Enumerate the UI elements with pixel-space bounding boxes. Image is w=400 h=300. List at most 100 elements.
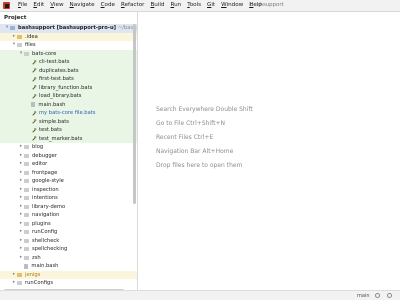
tree-row[interactable]: library_function.bats	[0, 83, 137, 92]
tree-row[interactable]: main.bash	[0, 262, 137, 271]
menu-view[interactable]: View	[47, 0, 66, 11]
tree-item-name: spellchecking	[32, 246, 68, 252]
tree-item-label: editor	[32, 160, 47, 169]
folder-icon	[24, 255, 29, 260]
menu-build[interactable]: Build	[147, 0, 167, 11]
tree-row[interactable]: ▸ debugger	[0, 152, 137, 161]
event-log-icon[interactable]	[387, 293, 392, 298]
tree-row[interactable]: ▸ spellchecking	[0, 245, 137, 254]
menu-file[interactable]: File	[15, 0, 30, 11]
tree-item-name: test.bats	[39, 127, 62, 133]
tree-row[interactable]: ▾bashsupport [bashsupport-pro-u] ~/bashs…	[0, 24, 137, 33]
excluded-folder-icon	[17, 272, 22, 277]
menu-git[interactable]: Git	[204, 0, 218, 11]
menu-code[interactable]: Code	[98, 0, 118, 11]
folder-icon	[24, 238, 29, 243]
panel-splitter[interactable]	[137, 12, 138, 290]
tree-item-label: cli-test.bats	[39, 58, 69, 67]
tree-row[interactable]: first-test.bats	[0, 75, 137, 84]
folder-icon	[17, 43, 22, 48]
tree-item-name: first-test.bats	[39, 76, 74, 82]
tree-row[interactable]: main.bash	[0, 100, 137, 110]
folder-icon	[24, 204, 29, 209]
tree-item-label: navigation	[32, 211, 59, 220]
menu-window[interactable]: Window	[218, 0, 246, 11]
tree-row[interactable]: ▸ frontpage	[0, 169, 137, 178]
tree-row[interactable]: ▸ plugins	[0, 220, 137, 229]
tree-item-name: library-demo	[32, 203, 66, 210]
tree-row[interactable]: load_library.bats	[0, 92, 137, 101]
tree-row[interactable]: cli-test.bats	[0, 58, 137, 67]
folder-icon	[24, 213, 29, 218]
bash-file-icon	[24, 263, 29, 269]
tree-item-label: load_library.bats	[39, 92, 82, 101]
tree-row[interactable]: ▾ files	[0, 41, 137, 50]
tree-row[interactable]: test.bats	[0, 126, 137, 135]
tree-vertical-scrollbar[interactable]	[133, 24, 136, 204]
tree-row[interactable]: ▸ runConfigs	[0, 279, 137, 288]
tree-row[interactable]: ▸ google-style	[0, 177, 137, 186]
tree-row[interactable]: test_marker.bats	[0, 134, 137, 143]
tree-row[interactable]: ▾ bats-core	[0, 49, 137, 58]
folder-icon	[24, 221, 29, 226]
folder-icon	[24, 196, 29, 201]
menu-navigate[interactable]: Navigate	[67, 0, 98, 11]
folder-icon	[17, 281, 22, 286]
tree-item-label: first-test.bats	[39, 75, 74, 84]
menu-run[interactable]: Run	[168, 0, 185, 11]
tree-item-label: plugins	[32, 220, 51, 229]
tree-row[interactable]: ▸ runConfig	[0, 228, 137, 237]
tree-item-name: frontpage	[32, 169, 58, 176]
tree-item-name: blog	[32, 144, 44, 150]
bats-file-icon	[31, 76, 36, 82]
notifications-icon[interactable]	[375, 293, 380, 298]
folder-icon	[24, 230, 29, 235]
hint-search-everywhere: Search Everywhere Double Shift	[156, 106, 253, 113]
tree-item-name: inspection	[32, 186, 59, 193]
tree-item-label: bashsupport [bashsupport-pro-u] ~/bashsu…	[18, 24, 137, 33]
tree-row[interactable]: ▸ jenigs	[0, 270, 137, 280]
menu-edit[interactable]: Edit	[30, 0, 47, 11]
tree-item-name: .idea	[25, 33, 38, 40]
tree-row[interactable]: duplicates.bats	[0, 66, 137, 75]
excluded-folder-icon	[17, 34, 22, 39]
tree-item-name: editor	[32, 161, 48, 167]
app-logo-icon[interactable]	[3, 2, 10, 9]
window-title: bashsupport	[250, 2, 284, 8]
tree-item-label: main.bash	[38, 101, 65, 110]
tree-item-name: cli-test.bats	[39, 59, 70, 65]
bash-file-icon	[31, 102, 36, 108]
tree-item-name: library_function.bats	[39, 84, 93, 91]
hint-recent-files: Recent Files Ctrl+E	[156, 134, 214, 141]
module-name: [bashsupport-pro-u]	[56, 25, 117, 31]
folder-icon	[24, 162, 29, 167]
git-branch-widget[interactable]: main	[357, 292, 370, 300]
folder-icon	[24, 247, 29, 252]
tree-row[interactable]: ▸ editor	[0, 160, 137, 169]
tree-row[interactable]: ▸ blog	[0, 143, 137, 152]
menu-refactor[interactable]: Refactor	[118, 0, 147, 11]
tree-item-name: jenigs	[25, 271, 41, 278]
tree-item-name: intentions	[32, 195, 58, 201]
folder-icon	[24, 179, 29, 184]
tree-row[interactable]: ▸ intentions	[0, 194, 137, 203]
project-panel-title[interactable]: Project	[0, 12, 137, 24]
tree-row[interactable]: ▸ zsh	[0, 254, 137, 263]
tree-row[interactable]: ▸ shellcheck	[0, 237, 137, 246]
tree-item-label: jenigs	[25, 271, 40, 280]
menu-tools[interactable]: Tools	[184, 0, 204, 11]
tree-row[interactable]: ▸ library-demo	[0, 203, 137, 212]
tree-row[interactable]: simple.bats	[0, 117, 137, 126]
tree-item-name: shellcheck	[32, 237, 60, 244]
menu-bar: File Edit View Navigate Code Refactor Bu…	[0, 0, 400, 11]
tree-row[interactable]: ▸ inspection	[0, 186, 137, 195]
ide-window: File Edit View Navigate Code Refactor Bu…	[0, 0, 400, 300]
bats-file-icon	[31, 68, 36, 73]
tree-item-label: .idea	[25, 33, 38, 42]
tree-row[interactable]: my bats-core file.bats	[0, 109, 137, 118]
tree-row[interactable]: ▸ navigation	[0, 211, 137, 220]
tree-row[interactable]: ▸ .idea	[0, 32, 137, 42]
project-tree[interactable]: ▾bashsupport [bashsupport-pro-u] ~/bashs…	[0, 24, 137, 292]
tree-item-name: files	[25, 42, 36, 48]
tree-item-name: google-style	[32, 178, 64, 184]
